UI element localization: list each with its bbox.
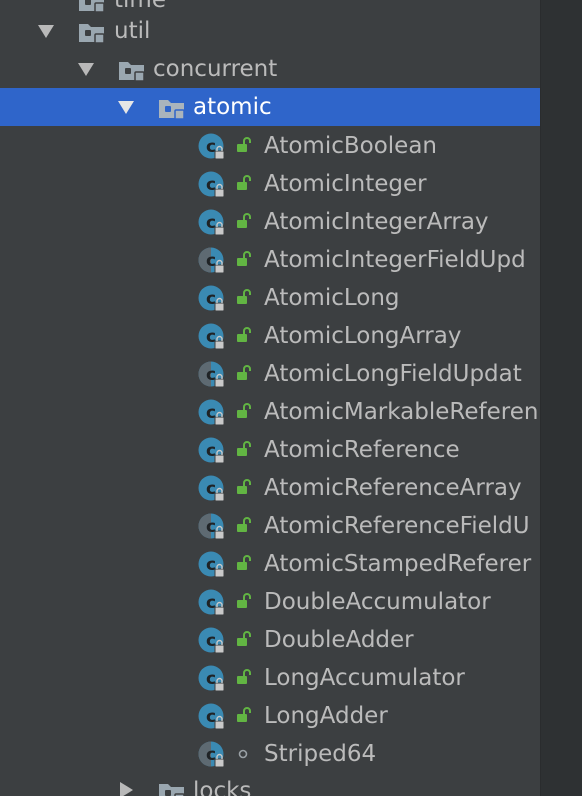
tree-node-label: locks bbox=[193, 778, 252, 796]
tree-node-util[interactable]: util bbox=[0, 12, 540, 50]
class-icon: c bbox=[197, 626, 227, 656]
expanded-arrow-icon[interactable] bbox=[118, 101, 134, 114]
class-name-label: AtomicIntegerArray bbox=[264, 209, 489, 235]
tree-node-label: concurrent bbox=[153, 56, 278, 82]
class-name-label: AtomicMarkableReferen bbox=[264, 399, 539, 425]
public-access-lock-icon bbox=[235, 174, 253, 192]
public-access-lock-icon bbox=[235, 136, 253, 154]
class-name-label: LongAdder bbox=[264, 703, 388, 729]
class-name-label: AtomicLongArray bbox=[264, 323, 462, 349]
public-access-lock-icon bbox=[235, 592, 253, 610]
public-access-lock-icon bbox=[235, 212, 253, 230]
public-access-lock-icon bbox=[235, 630, 253, 648]
tree-node-class[interactable]: c LongAccumulator bbox=[0, 658, 540, 696]
class-icon: c bbox=[197, 702, 227, 732]
class-name-label: DoubleAccumulator bbox=[264, 589, 491, 615]
tree-node-class[interactable]: c AtomicStampedReferer bbox=[0, 544, 540, 582]
tree-node-class[interactable]: c DoubleAccumulator bbox=[0, 582, 540, 620]
package-folder-icon bbox=[118, 58, 146, 82]
abstract-class-icon: c bbox=[197, 740, 227, 770]
right-panel-strip bbox=[540, 0, 582, 796]
collapsed-arrow-icon[interactable] bbox=[120, 782, 133, 796]
public-access-lock-icon bbox=[235, 326, 253, 344]
class-icon: c bbox=[197, 398, 227, 428]
class-icon: c bbox=[197, 208, 227, 238]
tree-node-class[interactable]: c AtomicReference bbox=[0, 430, 540, 468]
class-icon: c bbox=[197, 436, 227, 466]
abstract-class-icon: c bbox=[197, 512, 227, 542]
tree-node-class[interactable]: c AtomicBoolean bbox=[0, 126, 540, 164]
public-access-lock-icon bbox=[235, 516, 253, 534]
tree-node-class[interactable]: c DoubleAdder bbox=[0, 620, 540, 658]
class-name-label: DoubleAdder bbox=[264, 627, 414, 653]
tree-node-class[interactable]: c AtomicReferenceArray bbox=[0, 468, 540, 506]
class-name-label: AtomicIntegerFieldUpd bbox=[264, 247, 526, 273]
class-icon: c bbox=[197, 284, 227, 314]
public-access-lock-icon bbox=[235, 478, 253, 496]
package-private-access-icon bbox=[235, 744, 253, 762]
class-icon: c bbox=[197, 322, 227, 352]
public-access-lock-icon bbox=[235, 288, 253, 306]
abstract-class-icon: c bbox=[197, 360, 227, 390]
class-name-label: AtomicInteger bbox=[264, 171, 427, 197]
class-icon: c bbox=[197, 664, 227, 694]
tree-node-label: atomic bbox=[193, 94, 272, 120]
project-tree[interactable]: time util concurrent atomic c AtomicBoole… bbox=[0, 0, 540, 796]
class-icon: c bbox=[197, 550, 227, 580]
class-icon: c bbox=[197, 170, 227, 200]
public-access-lock-icon bbox=[235, 440, 253, 458]
class-name-label: AtomicReferenceArray bbox=[264, 475, 522, 501]
class-name-label: AtomicStampedReferer bbox=[264, 551, 532, 577]
tree-node-class[interactable]: c AtomicIntegerFieldUpd bbox=[0, 240, 540, 278]
class-name-label: LongAccumulator bbox=[264, 665, 465, 691]
package-folder-icon bbox=[158, 96, 186, 120]
class-name-label: AtomicLongFieldUpdat bbox=[264, 361, 522, 387]
public-access-lock-icon bbox=[235, 402, 253, 420]
abstract-class-icon: c bbox=[197, 246, 227, 276]
class-icon: c bbox=[197, 474, 227, 504]
public-access-lock-icon bbox=[235, 668, 253, 686]
tree-node-class[interactable]: c LongAdder bbox=[0, 696, 540, 734]
tree-node-locks[interactable]: locks bbox=[0, 772, 540, 796]
tree-node-class[interactable]: c AtomicReferenceFieldU bbox=[0, 506, 540, 544]
tree-node-class[interactable]: c AtomicLong bbox=[0, 278, 540, 316]
tree-node-concurrent[interactable]: concurrent bbox=[0, 50, 540, 88]
class-name-label: AtomicLong bbox=[264, 285, 400, 311]
class-icon: c bbox=[197, 588, 227, 618]
class-name-label: AtomicReference bbox=[264, 437, 460, 463]
public-access-lock-icon bbox=[235, 364, 253, 382]
expanded-arrow-icon[interactable] bbox=[38, 25, 54, 38]
tree-node-class[interactable]: c AtomicInteger bbox=[0, 164, 540, 202]
class-icon: c bbox=[197, 132, 227, 162]
class-name-label: AtomicReferenceFieldU bbox=[264, 513, 530, 539]
expanded-arrow-icon[interactable] bbox=[78, 63, 94, 76]
tree-node-class[interactable]: c AtomicLongArray bbox=[0, 316, 540, 354]
tree-node-class[interactable]: c Striped64 bbox=[0, 734, 540, 772]
tree-node-class[interactable]: c AtomicMarkableReferen bbox=[0, 392, 540, 430]
tree-node-label: util bbox=[114, 18, 151, 44]
public-access-lock-icon bbox=[235, 554, 253, 572]
public-access-lock-icon bbox=[235, 250, 253, 268]
class-name-label: Striped64 bbox=[264, 741, 377, 767]
package-folder-icon bbox=[158, 780, 186, 796]
tree-node-class[interactable]: c AtomicLongFieldUpdat bbox=[0, 354, 540, 392]
package-folder-icon bbox=[78, 20, 106, 44]
public-access-lock-icon bbox=[235, 706, 253, 724]
tree-node-atomic[interactable]: atomic bbox=[0, 88, 540, 126]
tree-node-class[interactable]: c AtomicIntegerArray bbox=[0, 202, 540, 240]
class-name-label: AtomicBoolean bbox=[264, 133, 437, 159]
